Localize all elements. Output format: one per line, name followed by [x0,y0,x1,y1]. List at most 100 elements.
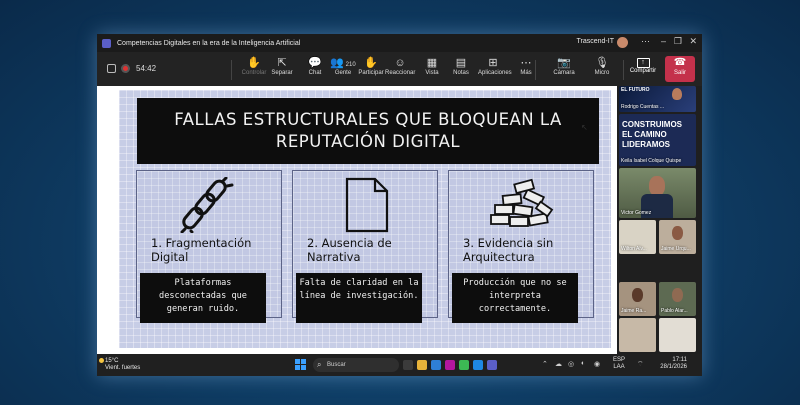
slide-header: FALLAS ESTRUCTURALES QUE BLOQUEAN LA REP… [137,98,599,164]
controlar-button[interactable]: ✋ Controlar [239,56,269,76]
separar-button[interactable]: ⇱ Separar [267,56,297,76]
card-body: Falta de claridad en la línea de investi… [296,273,422,323]
teams-taskbar-icon[interactable] [487,360,497,370]
micro-button[interactable]: 🎙 Micro [587,56,617,76]
card-title: 2. Ausencia de Narrativa [307,236,392,264]
control-icon: ✋ [247,57,261,69]
cloud-icon[interactable]: ☁ [555,360,562,368]
share-label: Compartir [629,68,657,74]
participant-tile[interactable]: CONSTRUIMOS EL CAMINO LIDERAMOS Keila Is… [619,114,696,166]
aplicaciones-button[interactable]: ⊞ Aplicaciones [478,56,512,76]
más-button[interactable]: ⋯ Más [511,56,541,76]
weather-temp: 15°C [105,358,119,364]
toolbar-divider [231,60,232,80]
presentation-slide: FALLAS ESTRUCTURALES QUE BLOQUEAN LA REP… [119,90,611,348]
card-title: 3. Evidencia sin Arquitectura [463,236,554,264]
share-icon: ↑ [636,58,650,68]
file-explorer-icon[interactable] [417,360,427,370]
participant-name: Jaime Ra... [621,308,647,314]
notes-icon: ▤ [455,57,467,69]
participant-tile[interactable]: EL FUTURO Rodrigo Cuentas ... [619,86,696,112]
avatar [632,288,643,302]
reaccionar-button[interactable]: ☺ Reaccionar [385,56,415,76]
org-name[interactable]: Trascend-IT [577,38,614,45]
participant-tile[interactable] [619,318,656,352]
avatar [649,176,665,196]
react-icon: ☺ [394,57,406,69]
participant-name: Rodrigo Cuentas ... [621,104,665,110]
network-icon[interactable]: ◎ [568,360,574,368]
card-body: Producción que no se interpreta correcta… [452,273,578,323]
participant-tile-speaking[interactable]: Victor Gomez [619,168,696,218]
gente-button[interactable]: 👥 210 Gente [328,56,358,76]
start-button[interactable] [295,359,307,371]
volume-icon[interactable]: ◐ [581,360,585,367]
participant-tile[interactable] [659,318,696,352]
task-view-icon[interactable] [403,360,413,370]
mic-tray-icon[interactable]: ◉ [594,360,600,368]
shield-icon[interactable] [107,64,116,73]
button-label: Gente [334,70,352,76]
meeting-timer: 54:42 [136,64,157,73]
mic-off-icon: 🎙 [595,57,609,69]
leave-button[interactable]: ☎ Salir [665,56,695,82]
card-body: Plataformas desconectadas que generan ru… [140,273,266,323]
taskbar-clock[interactable]: 17:11 28/1/2026 [655,357,687,371]
participant-tile[interactable]: Jaime Urqu... [659,220,696,254]
button-label: Aplicaciones [478,70,512,76]
store-icon[interactable] [431,360,441,370]
chat-icon: 💬 [308,57,322,69]
participant-gallery: EL FUTURO Rodrigo Cuentas ... CONSTRUIMO… [617,86,702,354]
taskbar-search[interactable]: Buscar [313,358,399,372]
participant-tile[interactable]: Jaime Ra... [619,282,656,316]
chat-button[interactable]: 💬 Chat [300,56,330,76]
wifi-icon[interactable]: ⌔ [637,360,644,369]
apps-icon: ⊞ [488,57,498,69]
cámara-button[interactable]: 📷 Cámara [549,56,579,76]
recording-icon[interactable] [121,64,130,73]
minimize-icon[interactable]: – [661,36,666,46]
teams-meeting-window: Competencias Digitales en la era de la I… [97,34,702,376]
button-label: Más [520,70,532,76]
clock-time: 17:11 [672,357,687,363]
phone-hangup-icon: ☎ [673,57,687,68]
weather-widget[interactable]: 15°C Vient. fuertes [105,358,140,372]
title-bar: Competencias Digitales en la era de la I… [97,34,702,52]
button-label: Separar [271,70,293,76]
account-avatar[interactable] [617,37,628,48]
participant-tile[interactable]: Pablo Alar... [659,282,696,316]
language-code: ESP [613,357,626,363]
app-icon[interactable] [445,360,455,370]
tile-promo-text: EL FUTURO [621,87,650,93]
people-icon: 👥 210 [330,57,356,69]
toolbar-divider [535,60,536,80]
more-options-icon[interactable]: ⋯ [641,36,650,47]
slide-title-line-2: REPUTACIÓN DIGITAL [275,132,461,151]
button-label: Cámara [553,70,575,76]
chrome-icon[interactable] [459,360,469,370]
tile-promo-text: CONSTRUIMOS EL CAMINO LIDERAMOS [622,120,682,149]
weather-condition: Vient. fuertes [105,365,141,371]
button-label: Participar [358,70,384,76]
close-icon[interactable]: ✕ [689,36,697,47]
share-button[interactable]: ↑ Compartir [627,56,659,82]
participant-name: Victor Gomez [621,210,652,216]
raise-hand-icon: ✋ [364,57,378,69]
notas-button[interactable]: ▤ Notas [446,56,476,76]
leave-label: Salir [673,70,686,76]
button-label: Vista [425,70,439,76]
participar-button[interactable]: ✋ Participar [356,56,386,76]
people-count: 210 [344,62,356,68]
camera-off-icon: 📷 [557,57,571,69]
keyboard-layout: LAA [613,364,625,370]
restore-icon[interactable]: ❐ [674,36,682,47]
language-indicator[interactable]: ESP LAA [613,357,625,371]
edge-icon[interactable] [473,360,483,370]
weather-icon[interactable] [99,358,104,363]
toolbar-divider [623,60,624,80]
view-icon: ▦ [426,57,438,69]
blank-document-icon [345,177,389,233]
participant-tile[interactable]: Wilton Alv... [619,220,656,254]
vista-button[interactable]: ▦ Vista [417,56,447,76]
chevron-up-icon[interactable]: ⌃ [542,360,548,368]
